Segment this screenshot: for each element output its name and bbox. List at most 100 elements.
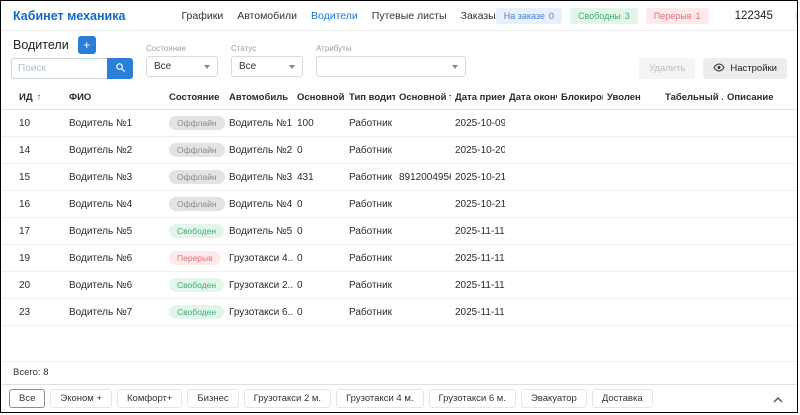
tab-tow-truck[interactable]: Эвакуатор — [520, 389, 587, 408]
table-row[interactable]: 20 Водитель №6 Свободен Грузотакси 2... … — [1, 271, 797, 299]
column-end-date[interactable]: Дата оконча... — [505, 85, 557, 110]
cell-block — [557, 217, 603, 245]
cell-end-date — [505, 298, 557, 326]
tab-cargo-4m[interactable]: Грузотакси 4 м. — [336, 389, 424, 408]
collapse-button[interactable] — [767, 389, 789, 409]
attributes-filter-select[interactable] — [316, 56, 466, 77]
cell-name: Водитель №6 — [65, 271, 165, 299]
cell-id: 10 — [1, 109, 65, 137]
column-account[interactable]: Основной сч... — [293, 85, 345, 110]
cell-state: Оффлайн — [165, 136, 225, 164]
table-row[interactable]: 15 Водитель №3 Оффлайн Водитель №3... 43… — [1, 163, 797, 191]
state-badge: Оффлайн — [169, 197, 225, 211]
cell-driver-type: Работник — [345, 271, 395, 299]
add-driver-button[interactable]: + — [77, 36, 96, 54]
column-car[interactable]: Автомобиль — [225, 85, 293, 110]
cell-car: Водитель №4... — [225, 190, 293, 218]
cell-hire-date: 2025-10-20 — [451, 136, 505, 164]
cell-tab-number — [661, 136, 723, 164]
cell-driver-type: Работник — [345, 136, 395, 164]
cell-fired — [603, 163, 661, 191]
column-description[interactable]: Описание — [723, 85, 797, 110]
tab-cargo-6m[interactable]: Грузотакси 6 м. — [428, 389, 516, 408]
cell-car: Грузотакси 4... — [225, 244, 293, 272]
tab-cargo-2m[interactable]: Грузотакси 2 м. — [243, 389, 332, 408]
nav-item-drivers[interactable]: Водители — [311, 10, 358, 22]
chevron-down-icon — [204, 64, 210, 69]
table-row[interactable]: 14 Водитель №2 Оффлайн Водитель №2 0 Раб… — [1, 136, 797, 164]
free-count: 3 — [624, 10, 630, 21]
state-filter: Состояние Все — [146, 44, 218, 77]
cell-block — [557, 109, 603, 137]
cell-description — [723, 163, 797, 191]
cell-fired — [603, 298, 661, 326]
nav-item-graphics[interactable]: Графики — [181, 10, 223, 22]
break-badge: Перерыв 1 — [645, 7, 709, 24]
nav-item-orders[interactable]: Заказы — [461, 10, 496, 22]
column-fired[interactable]: Уволен — [603, 85, 661, 110]
cell-description — [723, 244, 797, 272]
tab-business[interactable]: Бизнес — [187, 389, 239, 408]
delete-button[interactable]: Удалить — [639, 58, 696, 79]
status-filter-select[interactable]: Все — [231, 56, 303, 77]
chevron-down-icon — [452, 64, 458, 69]
column-tab-number[interactable]: Табельный ... — [661, 85, 723, 110]
cell-description — [723, 190, 797, 218]
cell-car: Водитель №1... — [225, 109, 293, 137]
column-fio[interactable]: ФИО — [65, 85, 165, 110]
cell-phone — [395, 244, 451, 272]
nav-item-cars[interactable]: Автомобили — [237, 10, 297, 22]
column-driver-type[interactable]: Тип водителя — [345, 85, 395, 110]
table-row[interactable]: 16 Водитель №4 Оффлайн Водитель №4... 0 … — [1, 190, 797, 218]
cell-block — [557, 271, 603, 299]
state-badge: Свободен — [169, 278, 225, 292]
settings-button[interactable]: Настройки — [703, 58, 787, 79]
user-menu[interactable] — [794, 5, 797, 26]
app-title: Кабинет механика — [13, 8, 126, 23]
cell-tab-number — [661, 217, 723, 245]
table-row[interactable]: 17 Водитель №5 Свободен Водитель №5... 0… — [1, 217, 797, 245]
tab-all[interactable]: Все — [9, 389, 46, 408]
cell-account: 431 — [293, 163, 345, 191]
column-block[interactable]: Блокировка — [557, 85, 603, 110]
search-button[interactable] — [107, 58, 133, 79]
table-row[interactable]: 10 Водитель №1 Оффлайн Водитель №1... 10… — [1, 109, 797, 137]
total-count: Всего: 8 — [1, 361, 797, 384]
cell-phone — [395, 298, 451, 326]
cell-block — [557, 190, 603, 218]
cell-phone — [395, 109, 451, 137]
cell-phone — [395, 271, 451, 299]
cell-hire-date: 2025-11-11 — [451, 217, 505, 245]
cell-name: Водитель №3 — [65, 163, 165, 191]
top-bar: Кабинет механика Графики Автомобили Води… — [1, 1, 797, 31]
column-id[interactable]: ИД ↑ — [1, 85, 65, 110]
cell-state: Свободен — [165, 298, 225, 326]
tab-comfort[interactable]: Комфорт+ — [117, 389, 183, 408]
cell-driver-type: Работник — [345, 217, 395, 245]
avatar — [794, 5, 797, 26]
column-hire-date[interactable]: Дата прием... — [451, 85, 505, 110]
eye-icon — [713, 62, 725, 75]
cell-phone — [395, 217, 451, 245]
cell-fired — [603, 217, 661, 245]
cell-tab-number — [661, 163, 723, 191]
cell-account: 100 — [293, 109, 345, 137]
cell-hire-date: 2025-11-11 — [451, 271, 505, 299]
table-row[interactable]: 23 Водитель №7 Свободен Грузотакси 6... … — [1, 298, 797, 326]
search-input[interactable] — [11, 58, 107, 79]
cell-id: 15 — [1, 163, 65, 191]
state-badge: Оффлайн — [169, 170, 225, 184]
cell-account: 0 — [293, 217, 345, 245]
state-filter-select[interactable]: Все — [146, 56, 218, 77]
cell-account: 0 — [293, 271, 345, 299]
cell-hire-date: 2025-10-09 — [451, 109, 505, 137]
cell-fired — [603, 244, 661, 272]
break-label: Перерыв — [653, 10, 692, 21]
cell-end-date — [505, 163, 557, 191]
table-row[interactable]: 19 Водитель №6 Перерыв Грузотакси 4... 0… — [1, 244, 797, 272]
tab-delivery[interactable]: Доставка — [591, 389, 653, 408]
nav-item-waybills[interactable]: Путевые листы — [372, 10, 447, 22]
tab-econom[interactable]: Эконом + — [50, 389, 112, 408]
column-state[interactable]: Состояние — [165, 85, 225, 110]
column-phone[interactable]: Основной те... — [395, 85, 451, 110]
